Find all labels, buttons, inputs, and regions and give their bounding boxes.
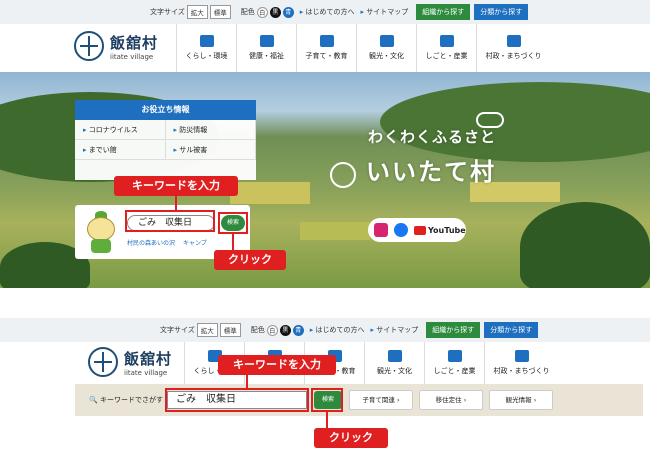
nav-tourism[interactable]: 観光・文化 xyxy=(356,24,416,72)
annotation-pointer xyxy=(246,375,248,388)
keyword-search-bar: キーワードでさがす ごみ 収集日 検索 子育て関連 移住定住 観光情報 xyxy=(75,384,643,416)
annotation-click: クリック xyxy=(314,428,388,448)
youtube-icon xyxy=(414,225,426,235)
instagram-icon[interactable] xyxy=(374,223,388,237)
document-icon xyxy=(514,350,529,362)
helpful-item-monkey[interactable]: サル被害 xyxy=(165,140,256,160)
font-standard-button[interactable]: 標準 xyxy=(219,323,241,337)
font-enlarge-button[interactable]: 拡大 xyxy=(196,323,218,337)
nav-village-admin[interactable]: 村政・まちづくり xyxy=(476,24,550,72)
input-highlight-box xyxy=(165,388,309,412)
field-shape xyxy=(230,182,310,204)
hero-slogan-big: いいたて村 xyxy=(366,158,496,186)
utility-bar: 文字サイズ 拡大 標準 配色 白 黒 青 はじめての方へ サイトマップ 組織から… xyxy=(0,0,650,24)
annotation-enter-keyword: キーワードを入力 xyxy=(218,355,336,375)
quick-link-childcare[interactable]: 子育て関連 xyxy=(349,390,413,410)
camera-icon xyxy=(379,35,394,47)
button-highlight-box xyxy=(218,212,248,234)
first-time-link[interactable]: はじめての方へ xyxy=(300,7,355,17)
nav-health[interactable]: 健康・福祉 xyxy=(236,24,296,72)
school-icon xyxy=(319,35,334,47)
color-white-button[interactable]: 白 xyxy=(266,324,278,336)
link-village-forest[interactable]: 村民の森あいの沢 xyxy=(127,240,175,247)
document-icon xyxy=(506,35,521,47)
color-black-button[interactable]: 黒 xyxy=(269,6,281,18)
color-label: 配色 xyxy=(240,8,255,16)
font-standard-button[interactable]: 標準 xyxy=(209,5,231,19)
helpful-info-title: お役立ち情報 xyxy=(75,100,256,120)
village-emblem-icon xyxy=(88,347,118,377)
camera-icon xyxy=(387,350,402,362)
annotation-pointer xyxy=(232,234,234,250)
color-blue-button[interactable]: 青 xyxy=(292,324,304,336)
helpful-item-madeikan[interactable]: までい館 xyxy=(75,140,166,160)
color-white-button[interactable]: 白 xyxy=(256,6,268,18)
helpful-info-panel: お役立ち情報 コロナウイルス 防災情報 までい館 サル被害 xyxy=(75,100,256,180)
field-shape xyxy=(300,222,370,240)
briefcase-icon xyxy=(439,35,454,47)
sitemap-link[interactable]: サイトマップ xyxy=(361,7,408,17)
search-by-category-button[interactable]: 分類から探す xyxy=(474,4,529,20)
site-logo[interactable]: 飯舘村 iitate village xyxy=(74,31,158,61)
house-icon xyxy=(199,35,214,47)
helpful-item-covid[interactable]: コロナウイルス xyxy=(75,120,166,140)
facebook-icon[interactable] xyxy=(394,223,408,237)
briefcase-icon xyxy=(447,350,462,362)
link-camp[interactable]: キャンプ xyxy=(183,240,207,247)
annotation-pointer xyxy=(175,196,177,210)
quick-link-relocation[interactable]: 移住定住 xyxy=(419,390,483,410)
nav-village-admin[interactable]: 村政・まちづくり xyxy=(484,342,558,384)
utility-bar-2: 文字サイズ 拡大 標準 配色 白 黒 青 はじめての方へ サイトマップ 組織から… xyxy=(0,318,650,342)
color-black-button[interactable]: 黒 xyxy=(279,324,291,336)
color-label: 配色 xyxy=(250,326,265,334)
quick-link-tourism[interactable]: 観光情報 xyxy=(489,390,553,410)
logo-english: iitate village xyxy=(124,368,168,377)
hero-slogan-small: わくわくふるさと xyxy=(368,128,497,146)
search-by-org-button[interactable]: 組織から探す xyxy=(426,322,481,338)
annotation-click: クリック xyxy=(214,250,286,270)
font-enlarge-button[interactable]: 拡大 xyxy=(186,5,208,19)
nav-business[interactable]: しごと・産業 xyxy=(424,342,484,384)
logo-english: iitate village xyxy=(110,52,154,61)
social-links: YouTube xyxy=(368,218,466,242)
site-header: 飯舘村 iitate village くらし・環境 健康・福祉 子育て・教育 観… xyxy=(0,24,650,72)
medical-icon xyxy=(259,35,274,47)
button-highlight-box xyxy=(311,388,343,412)
search-by-category-button[interactable]: 分類から探す xyxy=(484,322,539,338)
font-size-label: 文字サイズ xyxy=(160,326,195,334)
input-highlight-box xyxy=(125,210,215,232)
nav-living[interactable]: くらし・環境 xyxy=(176,24,236,72)
search-by-org-button[interactable]: 組織から探す xyxy=(416,4,471,20)
nav-childcare[interactable]: 子育て・教育 xyxy=(296,24,356,72)
hill-shape xyxy=(380,82,650,162)
site-logo[interactable]: 飯舘村 iitate village xyxy=(88,347,172,377)
sun-icon xyxy=(330,162,356,188)
helpful-item-disaster[interactable]: 防災情報 xyxy=(165,120,256,140)
logo-name: 飯舘村 xyxy=(110,33,159,52)
first-time-link[interactable]: はじめての方へ xyxy=(310,325,365,335)
nav-business[interactable]: しごと・産業 xyxy=(416,24,476,72)
sitemap-link[interactable]: サイトマップ xyxy=(371,325,418,335)
nav-tourism[interactable]: 観光・文化 xyxy=(364,342,424,384)
tree-shape xyxy=(520,202,650,288)
youtube-link[interactable]: YouTube xyxy=(414,225,466,235)
mascot-image xyxy=(81,211,121,255)
color-blue-button[interactable]: 青 xyxy=(282,6,294,18)
village-emblem-icon xyxy=(74,31,104,61)
annotation-pointer xyxy=(326,412,328,428)
keyword-search-label: キーワードでさがす xyxy=(89,395,163,405)
main-nav: くらし・環境 健康・福祉 子育て・教育 観光・文化 しごと・産業 村政・まちづく… xyxy=(176,24,550,72)
annotation-enter-keyword: キーワードを入力 xyxy=(114,176,238,196)
logo-name: 飯舘村 xyxy=(124,349,173,368)
font-size-label: 文字サイズ xyxy=(150,8,185,16)
